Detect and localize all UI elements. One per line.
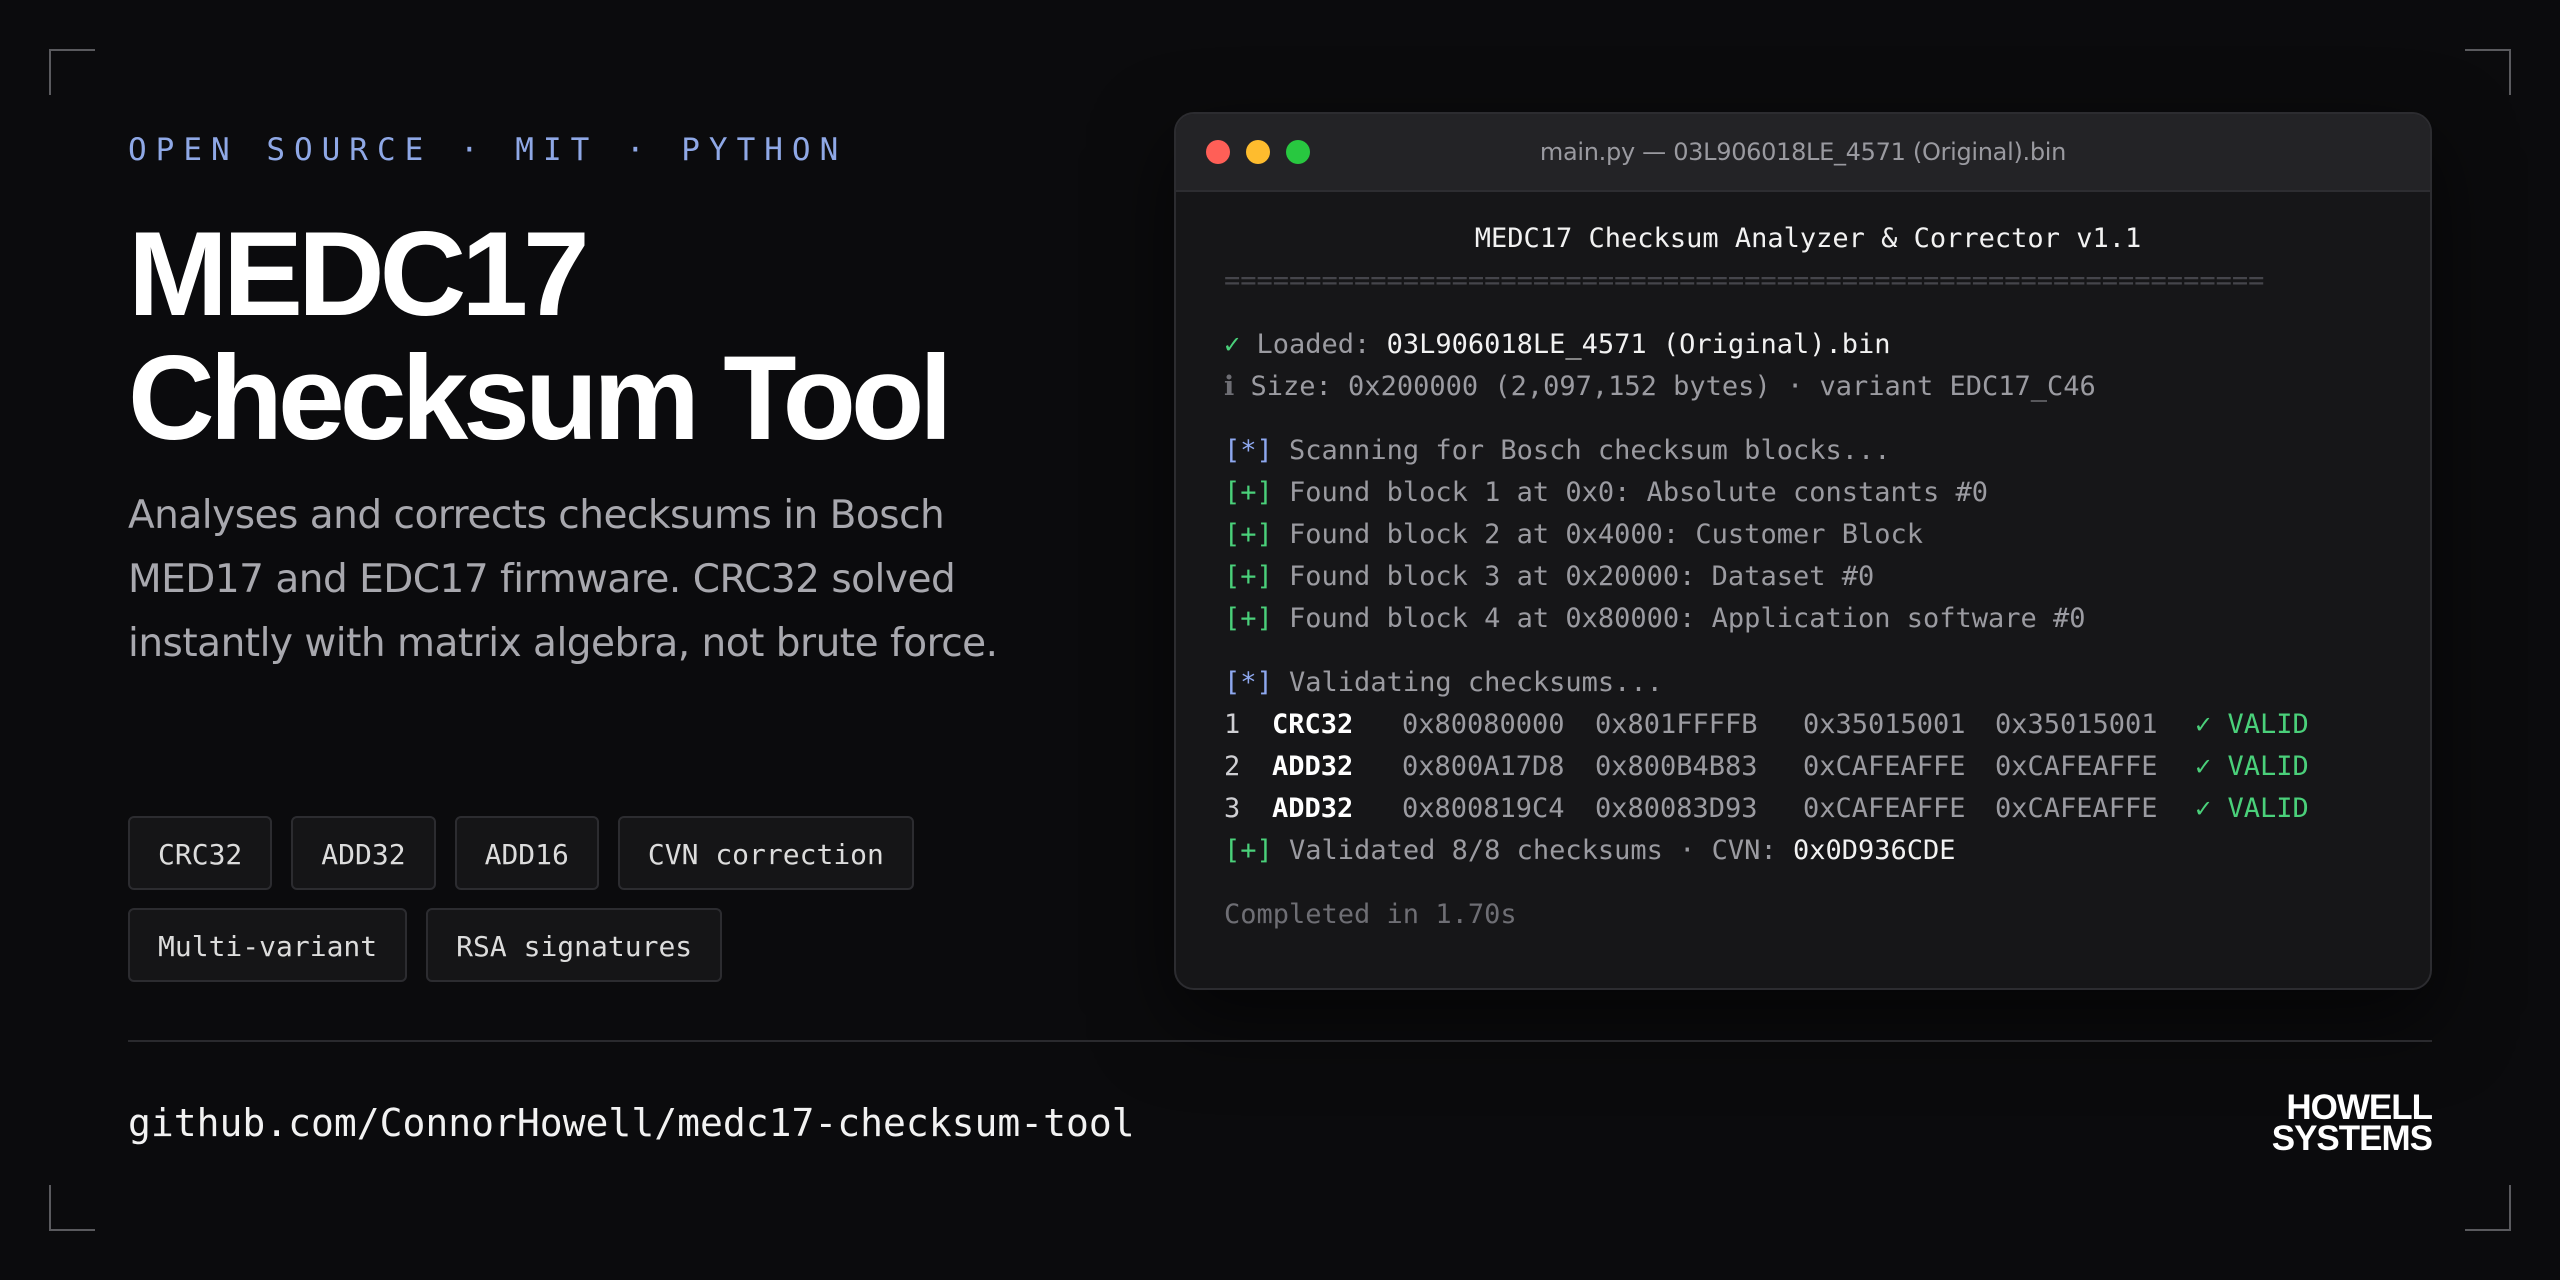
row-stored: 0xCAFEAFFE [1803, 793, 1966, 824]
corner-mark-bottom-left [49, 1185, 95, 1231]
found-prefix: [+] [1224, 477, 1273, 508]
found-line: [+] Found block 4 at 0x80000: Applicatio… [1224, 598, 2382, 640]
cvn-value: 0x0D936CDE [1792, 835, 1956, 866]
validated-prefix: [+] [1224, 835, 1273, 866]
eyebrow-label: OPEN SOURCE · MIT · PYTHON [128, 132, 848, 168]
validated-text: Validated 8/8 checksums · CVN: [1272, 835, 1793, 866]
size-text: Size: 0x200000 (2,097,152 bytes) · varia… [1234, 371, 2096, 402]
repo-link[interactable]: github.com/ConnorHowell/medc17-checksum-… [128, 1095, 1135, 1151]
size-line: ℹ Size: 0x200000 (2,097,152 bytes) · var… [1224, 366, 2382, 408]
found-text: Found block 4 at 0x80000: Application so… [1272, 603, 2086, 634]
row-end: 0x80083D93 [1595, 793, 1758, 824]
row-start: 0x800A17D8 [1402, 751, 1565, 782]
row-index: 1 [1224, 709, 1241, 740]
row-stored: 0x35015001 [1803, 709, 1966, 740]
row-status: ✓ VALID [2195, 793, 2309, 824]
tag-add16: ADD16 [454, 816, 599, 890]
found-prefix: [+] [1224, 561, 1273, 592]
found-text: Found block 1 at 0x0: Absolute constants… [1272, 477, 1989, 508]
loaded-file: 03L906018LE_4571 (Original).bin [1386, 329, 1891, 360]
row-start: 0x800819C4 [1402, 793, 1565, 824]
terminal-window: main.py — 03L906018LE_4571 (Original).bi… [1174, 112, 2432, 990]
feature-tags: CRC32 ADD32 ADD16 CVN correction Multi-v… [128, 816, 1028, 982]
brand-logo: HOWELL SYSTEMS [2232, 1090, 2433, 1158]
row-end: 0x801FFFFB [1595, 709, 1758, 740]
found-line: [+] Found block 3 at 0x20000: Dataset #0 [1224, 556, 2382, 598]
terminal-titlebar: main.py — 03L906018LE_4571 (Original).bi… [1176, 114, 2430, 192]
footer-divider [128, 1040, 2432, 1042]
title-line-2: Checksum Tool [128, 331, 953, 465]
corner-mark-top-right [2465, 49, 2511, 95]
scan-line: [*] Scanning for Bosch checksum blocks..… [1224, 430, 2382, 472]
loaded-label: Loaded: [1240, 329, 1387, 360]
found-text: Found block 2 at 0x4000: Customer Block [1272, 519, 1923, 550]
row-index: 2 [1224, 751, 1241, 782]
checksum-row: 3 ADD32 0x800819C4 0x80083D93 0xCAFEAFFE 0xCA… [1224, 788, 2382, 830]
scan-prefix: [*] [1224, 435, 1273, 466]
corner-mark-bottom-right [2465, 1185, 2511, 1231]
validate-line: [*] Validating checksums... [1224, 662, 2382, 704]
row-stored: 0xCAFEAFFE [1803, 751, 1966, 782]
found-line: [+] Found block 1 at 0x0: Absolute const… [1224, 472, 2382, 514]
found-line: [+] Found block 2 at 0x4000: Customer Bl… [1224, 514, 2382, 556]
corner-mark-top-left [49, 49, 95, 95]
row-index: 3 [1224, 793, 1241, 824]
row-status: ✓ VALID [2195, 709, 2309, 740]
found-text: Found block 3 at 0x20000: Dataset #0 [1272, 561, 1875, 592]
row-algorithm: ADD32 [1272, 793, 1354, 824]
row-algorithm: CRC32 [1272, 709, 1354, 740]
info-icon: ℹ [1224, 371, 1235, 402]
terminal-header: MEDC17 Checksum Analyzer & Corrector v1.… [1474, 223, 2142, 254]
check-icon: ✓ [1224, 329, 1241, 360]
tag-rsa-signatures: RSA signatures [426, 908, 723, 982]
found-prefix: [+] [1224, 519, 1273, 550]
validate-prefix: [*] [1224, 667, 1273, 698]
header-rule: ========================================… [1224, 265, 2265, 296]
row-computed: 0x35015001 [1995, 709, 2158, 740]
window-title: main.py — 03L906018LE_4571 (Original).bi… [1539, 138, 2067, 166]
found-prefix: [+] [1224, 603, 1273, 634]
loaded-line: ✓ Loaded: 03L906018LE_4571 (Original).bi… [1224, 324, 2382, 366]
title-line-1: MEDC17 [128, 207, 590, 341]
checksum-row: 2 ADD32 0x800A17D8 0x800B4B83 0xCAFEAFFE 0xCA… [1224, 746, 2382, 788]
row-computed: 0xCAFEAFFE [1995, 793, 2158, 824]
row-computed: 0xCAFEAFFE [1995, 751, 2158, 782]
checksum-row: 1 CRC32 0x80080000 0x801FFFFB 0x35015001 0x35… [1224, 704, 2382, 746]
tag-add32: ADD32 [291, 816, 436, 890]
scan-text: Scanning for Bosch checksum blocks... [1272, 435, 1891, 466]
row-algorithm: ADD32 [1272, 751, 1354, 782]
logo-line-2: SYSTEMS [2271, 1119, 2433, 1158]
description: Analyses and corrects checksums in Bosch… [128, 493, 998, 666]
validate-text: Validating checksums... [1272, 667, 1663, 698]
row-status: ✓ VALID [2195, 751, 2309, 782]
page-title: MEDC17 Checksum Tool [128, 212, 1088, 460]
row-end: 0x800B4B83 [1595, 751, 1758, 782]
tag-multi-variant: Multi-variant [128, 908, 408, 982]
tag-cvn-correction: CVN correction [617, 816, 914, 890]
row-start: 0x80080000 [1402, 709, 1565, 740]
terminal-output: MEDC17 Checksum Analyzer & Corrector v1.… [1176, 192, 2430, 936]
completed-line: Completed in 1.70s [1224, 899, 1517, 930]
tag-crc32: CRC32 [128, 816, 273, 890]
validated-line: [+] Validated 8/8 checksums · CVN: 0x0D9… [1224, 830, 2382, 872]
hero-section: OPEN SOURCE · MIT · PYTHON MEDC17 Checks… [128, 128, 1088, 676]
